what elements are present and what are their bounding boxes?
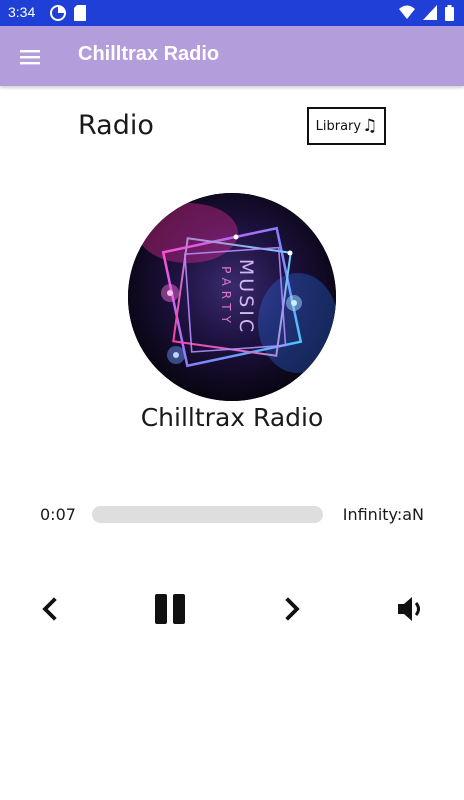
signal-icon [423, 5, 437, 20]
current-time: 0:07 [40, 505, 76, 524]
station-name: Chilltrax Radio [140, 403, 324, 432]
status-notification-icons [50, 5, 86, 21]
wifi-icon [399, 5, 415, 19]
app-bar: Chilltrax Radio [0, 26, 464, 86]
pause-button[interactable] [152, 592, 188, 626]
library-button[interactable]: Library ♫ [307, 107, 386, 145]
status-system-icons [399, 5, 454, 21]
sd-card-icon [74, 5, 86, 21]
chevron-left-icon [42, 597, 57, 621]
status-bar: 3:34 [0, 0, 464, 26]
volume-icon [398, 597, 420, 621]
app-title: Chilltrax Radio [78, 43, 220, 65]
album-art-text-party: PARTY [219, 266, 233, 328]
previous-button[interactable] [36, 594, 64, 624]
volume-button[interactable] [394, 594, 428, 624]
next-button[interactable] [278, 594, 306, 624]
hamburger-menu-icon [20, 50, 40, 65]
duration-time: Infinity:aN [342, 505, 424, 524]
pause-icon [155, 594, 185, 624]
album-art-text-music: MUSIC [235, 259, 257, 335]
status-time: 3:34 [8, 4, 36, 20]
music-note-icon: ♫ [362, 116, 378, 136]
progress-slider[interactable] [92, 506, 323, 523]
library-button-label: Library [315, 118, 362, 134]
data-saver-icon [50, 5, 66, 21]
battery-icon [445, 5, 454, 21]
album-art-image: MUSIC PARTY [128, 193, 336, 401]
chevron-right-icon [285, 597, 300, 621]
album-art: MUSIC PARTY [128, 193, 336, 401]
menu-button[interactable] [18, 45, 42, 69]
page-title: Radio [78, 110, 154, 141]
